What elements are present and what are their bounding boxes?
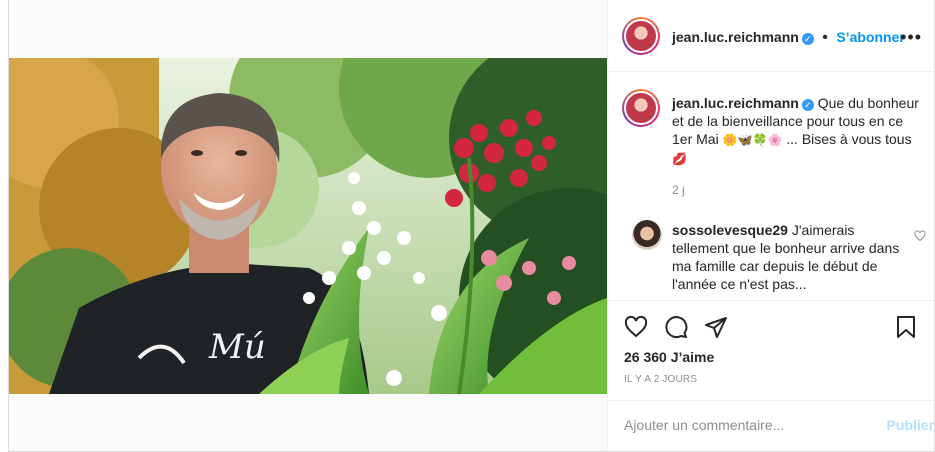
- comment-input[interactable]: [624, 415, 864, 435]
- dot-separator: •: [822, 29, 828, 46]
- svg-text:Mú: Mú: [208, 327, 266, 367]
- media-panel: Mú: [9, 0, 608, 451]
- emoji-clover: 🍀: [752, 133, 768, 147]
- add-comment-bar: Publier: [608, 400, 934, 451]
- post-dialog: Mú jean.luc.reichmann ✓ • S’abonner ••• …: [8, 0, 935, 452]
- emoji-blossom: 🌸: [767, 133, 783, 147]
- verified-icon: ✓: [801, 33, 814, 45]
- header-line: jean.luc.reichmann ✓ • S’abonner: [672, 29, 905, 47]
- verified-icon: ✓: [801, 99, 814, 111]
- emoji-flower: 🌼: [722, 133, 738, 147]
- comments-area: jean.luc.reichmann ✓ Que du bonheur et de…: [608, 72, 934, 300]
- emoji-butterfly: 🦋: [737, 133, 753, 147]
- post-date[interactable]: IL Y A 2 JOURS: [624, 374, 697, 385]
- commenter-avatar[interactable]: [632, 220, 662, 250]
- author-avatar[interactable]: [622, 17, 660, 55]
- caption-username[interactable]: jean.luc.reichmann: [672, 95, 799, 111]
- heart-icon[interactable]: [624, 315, 648, 339]
- comment: sossolevesque29 J'aimerais tellement que…: [672, 221, 900, 293]
- post-header: jean.luc.reichmann ✓ • S’abonner •••: [608, 0, 934, 72]
- post-photo[interactable]: Mú: [9, 58, 607, 394]
- caption-avatar[interactable]: [622, 89, 660, 127]
- caption-tail: ... Bises à vous tous: [786, 131, 912, 147]
- bookmark-icon[interactable]: [894, 315, 918, 339]
- commenter-username[interactable]: sossolevesque29: [672, 222, 788, 238]
- emoji-kiss: 💋: [672, 152, 687, 166]
- comment-icon[interactable]: [664, 315, 688, 339]
- side-panel: jean.luc.reichmann ✓ • S’abonner ••• jean…: [608, 0, 934, 451]
- share-icon[interactable]: [704, 315, 728, 339]
- author-username[interactable]: jean.luc.reichmann: [672, 29, 799, 45]
- action-bar: 26 360 J’aime IL Y A 2 JOURS: [608, 300, 934, 400]
- caption: jean.luc.reichmann ✓ Que du bonheur et de…: [672, 94, 922, 168]
- follow-button[interactable]: S’abonner: [836, 29, 904, 45]
- publish-button[interactable]: Publier: [887, 417, 934, 433]
- likes-count[interactable]: 26 360 J’aime: [624, 349, 714, 365]
- caption-time[interactable]: 2 j: [672, 183, 685, 197]
- more-icon[interactable]: •••: [900, 27, 922, 48]
- small-heart-icon[interactable]: [914, 230, 926, 242]
